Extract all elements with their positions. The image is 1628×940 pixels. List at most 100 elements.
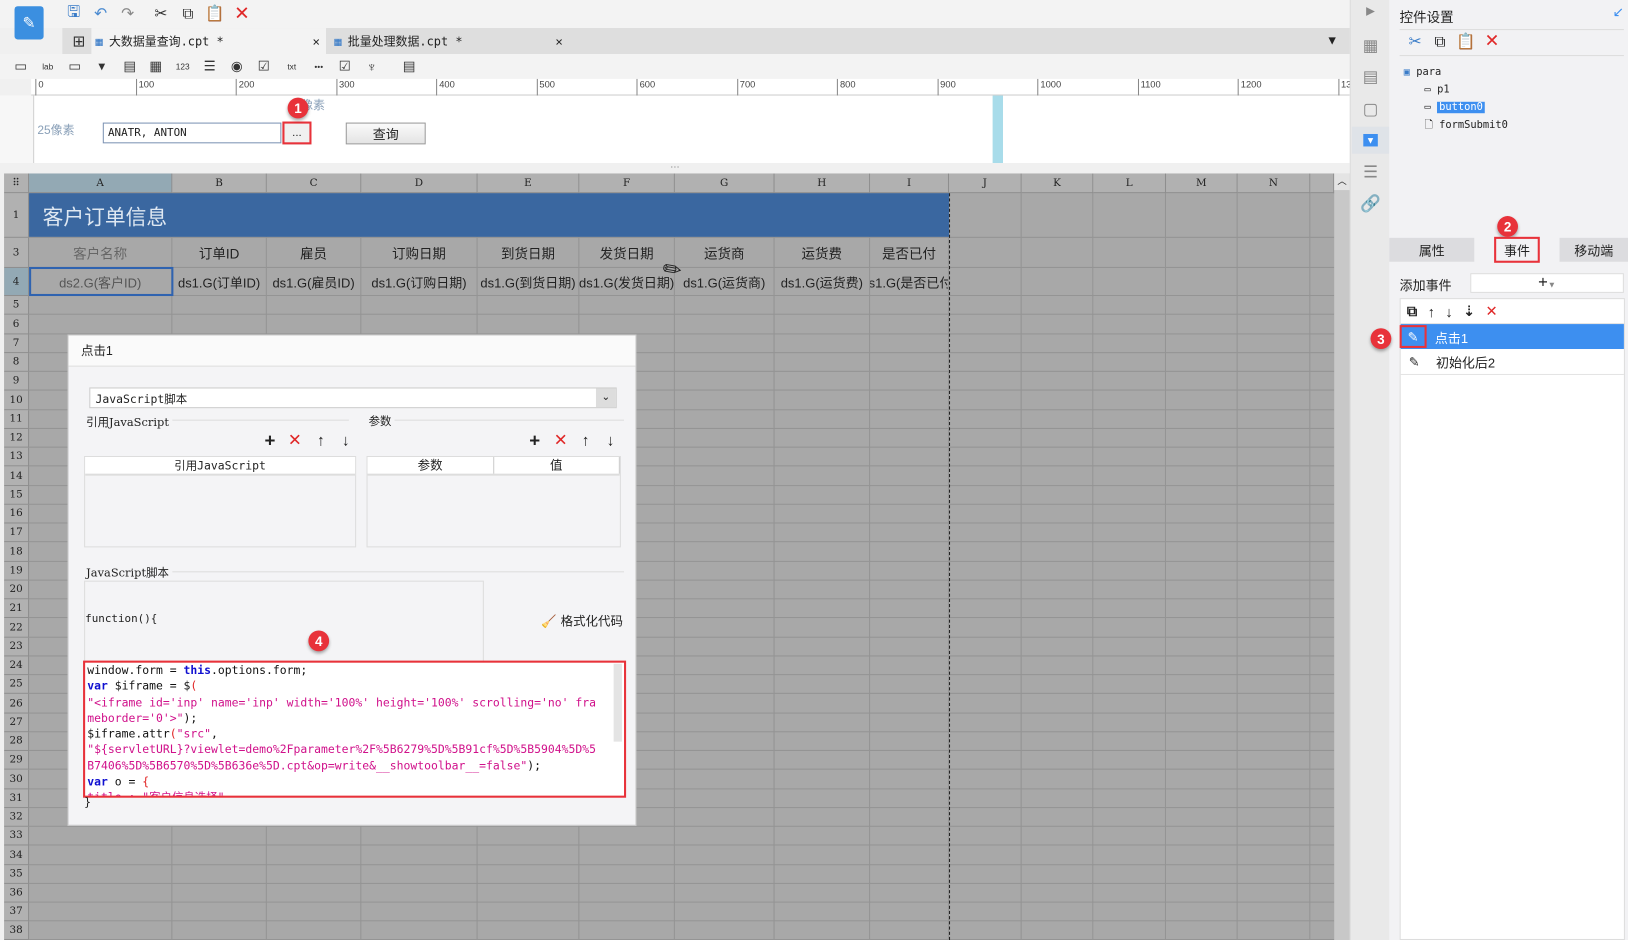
condition-attribute-icon[interactable]: ☰ [1352, 162, 1389, 183]
redo-icon[interactable]: ↷ [118, 3, 137, 24]
cut-icon[interactable]: ✂ [152, 3, 171, 24]
tab-big-data-query[interactable]: ▦ 大数据量查询.cpt * ✕ [91, 28, 327, 55]
event-item-click1[interactable]: ✎ 点击1 [1399, 324, 1624, 350]
column-header-L[interactable]: L [1093, 173, 1167, 194]
header-cell[interactable]: 发货日期 [579, 238, 673, 267]
row-header-5[interactable]: 5 [4, 296, 30, 315]
new-report-icon[interactable]: ⊞ [69, 31, 90, 52]
query-button[interactable]: 查询 [345, 122, 426, 145]
delete-icon[interactable]: ✕ [1486, 302, 1498, 320]
text-label-icon[interactable]: lab [37, 57, 58, 76]
row-header-4[interactable]: 4 [4, 267, 30, 297]
column-header-M[interactable]: M [1166, 173, 1238, 194]
scroll-up-icon[interactable]: ︿ [1334, 173, 1350, 191]
column-header-D[interactable]: D [361, 173, 478, 194]
header-cell[interactable]: 运货商 [675, 238, 774, 267]
collapse-arrow-icon[interactable]: ▶ [1352, 4, 1389, 17]
row-header-25[interactable]: 25 [4, 675, 30, 694]
paste-icon[interactable]: 📋 [1456, 32, 1475, 51]
row-header-38[interactable]: 38 [4, 921, 30, 940]
add-icon[interactable]: + [526, 430, 543, 451]
cell-element-icon[interactable]: ▦ [1352, 35, 1389, 56]
copy-icon[interactable]: ⧉ [179, 3, 198, 24]
hyperlink-icon[interactable]: 🔗 [1352, 193, 1389, 214]
formula-cell[interactable]: ds1.G(订单ID) [172, 268, 265, 295]
text-area-icon[interactable]: txt [281, 57, 302, 76]
header-cell[interactable]: 订单ID [172, 238, 265, 267]
paste-icon[interactable]: 📋 [205, 3, 224, 24]
move-up-icon[interactable]: ↑ [313, 431, 330, 450]
column-header-A[interactable]: A [29, 173, 173, 194]
header-cell[interactable]: 客户名称 [29, 238, 171, 267]
header-cell[interactable]: 运货费 [775, 238, 869, 267]
add-icon[interactable]: + [262, 430, 279, 451]
row-header-12[interactable]: 12 [4, 428, 30, 448]
row-header-24[interactable]: 24 [4, 656, 30, 676]
move-down-icon[interactable]: ↓ [337, 431, 354, 450]
move-down-icon[interactable]: ↓ [602, 431, 619, 450]
row-header-17[interactable]: 17 [4, 523, 30, 543]
row-header-36[interactable]: 36 [4, 883, 30, 903]
column-header-H[interactable]: H [774, 173, 871, 194]
number-widget-icon[interactable]: 123 [172, 57, 193, 76]
row-header-9[interactable]: 9 [4, 371, 30, 391]
header-cell[interactable]: 订购日期 [361, 238, 476, 267]
chevron-down-icon[interactable]: ⌄ [595, 388, 616, 408]
tab-events[interactable]: 事件 [1474, 236, 1560, 263]
checkbox-group-icon[interactable]: ☑ [253, 57, 274, 76]
tab-properties[interactable]: 属性 [1389, 237, 1475, 262]
vertical-scrollbar[interactable] [1334, 173, 1350, 940]
column-header-B[interactable]: B [172, 173, 267, 194]
row-header-27[interactable]: 27 [4, 713, 30, 733]
row-header-37[interactable]: 37 [4, 902, 30, 922]
report-title-cell[interactable]: 客户订单信息 [29, 193, 950, 237]
save-icon[interactable]: 🖫 [64, 3, 83, 24]
button-widget-icon[interactable]: ▭ [64, 57, 85, 76]
move-up-icon[interactable]: ↑ [1428, 303, 1435, 320]
row-header-30[interactable]: 30 [4, 769, 30, 790]
edit-pencil-icon[interactable]: ✎ [1399, 325, 1427, 348]
row-header-14[interactable]: 14 [4, 466, 30, 487]
formula-cell[interactable]: ds1.G(订购日期) [361, 268, 476, 295]
ref-js-table[interactable]: 引用JavaScript [84, 455, 357, 548]
float-element-icon[interactable]: ▢ [1352, 99, 1389, 120]
cell-attribute-icon[interactable]: ▤ [1352, 66, 1389, 87]
row-header-32[interactable]: 32 [4, 808, 30, 827]
row-header-33[interactable]: 33 [4, 826, 30, 846]
formula-cell[interactable]: ds1.G(是否已付) [870, 268, 948, 295]
row-header-21[interactable]: 21 [4, 599, 30, 619]
cut-icon[interactable]: ✂ [1406, 32, 1425, 51]
close-tab-icon[interactable]: ✕ [556, 34, 563, 49]
column-header-N[interactable]: N [1237, 173, 1311, 194]
row-header-10[interactable]: 10 [4, 390, 30, 411]
more-widgets-icon[interactable]: ▤ [399, 57, 420, 76]
event-item-init2[interactable]: ✎ 初始化后2 [1400, 349, 1624, 375]
row-header-18[interactable]: 18 [4, 542, 30, 562]
row-header-29[interactable]: 29 [4, 750, 30, 770]
delete-icon[interactable]: ✕ [1483, 31, 1502, 51]
edit-pencil-icon[interactable]: ✎ [1401, 354, 1428, 370]
move-up-icon[interactable]: ↑ [577, 431, 594, 450]
row-header-35[interactable]: 35 [4, 865, 30, 884]
copy-icon[interactable]: ⧉ [1407, 302, 1417, 320]
row-header-11[interactable]: 11 [4, 410, 30, 429]
tab-menu-icon[interactable]: ▼ [1323, 31, 1342, 50]
row-header-1[interactable]: 1 [4, 193, 30, 238]
calendar-widget-icon[interactable]: ▦ [145, 57, 166, 76]
select-all-corner[interactable]: ⠿ [4, 173, 30, 194]
undo-icon[interactable]: ↶ [91, 3, 110, 24]
row-header-22[interactable]: 22 [4, 618, 30, 638]
row-header-19[interactable]: 19 [4, 561, 30, 581]
row-header-28[interactable]: 28 [4, 732, 30, 751]
tree-node-para[interactable]: ▣ para [1404, 63, 1508, 81]
formula-cell[interactable]: ds1.G(到货日期) [478, 268, 579, 295]
row-header-23[interactable]: 23 [4, 637, 30, 657]
tree-widget-icon[interactable]: ♆ [361, 57, 382, 76]
add-event-dropdown[interactable]: +▼ [1470, 273, 1624, 293]
column-header-C[interactable]: C [266, 173, 362, 194]
splitter-handle[interactable]: ··· [0, 162, 1350, 174]
script-type-select[interactable]: JavaScript脚本 [89, 387, 617, 409]
header-cell[interactable]: 是否已付 [870, 238, 948, 267]
close-tab-icon[interactable]: ✕ [313, 34, 320, 49]
row-header-13[interactable]: 13 [4, 447, 30, 467]
